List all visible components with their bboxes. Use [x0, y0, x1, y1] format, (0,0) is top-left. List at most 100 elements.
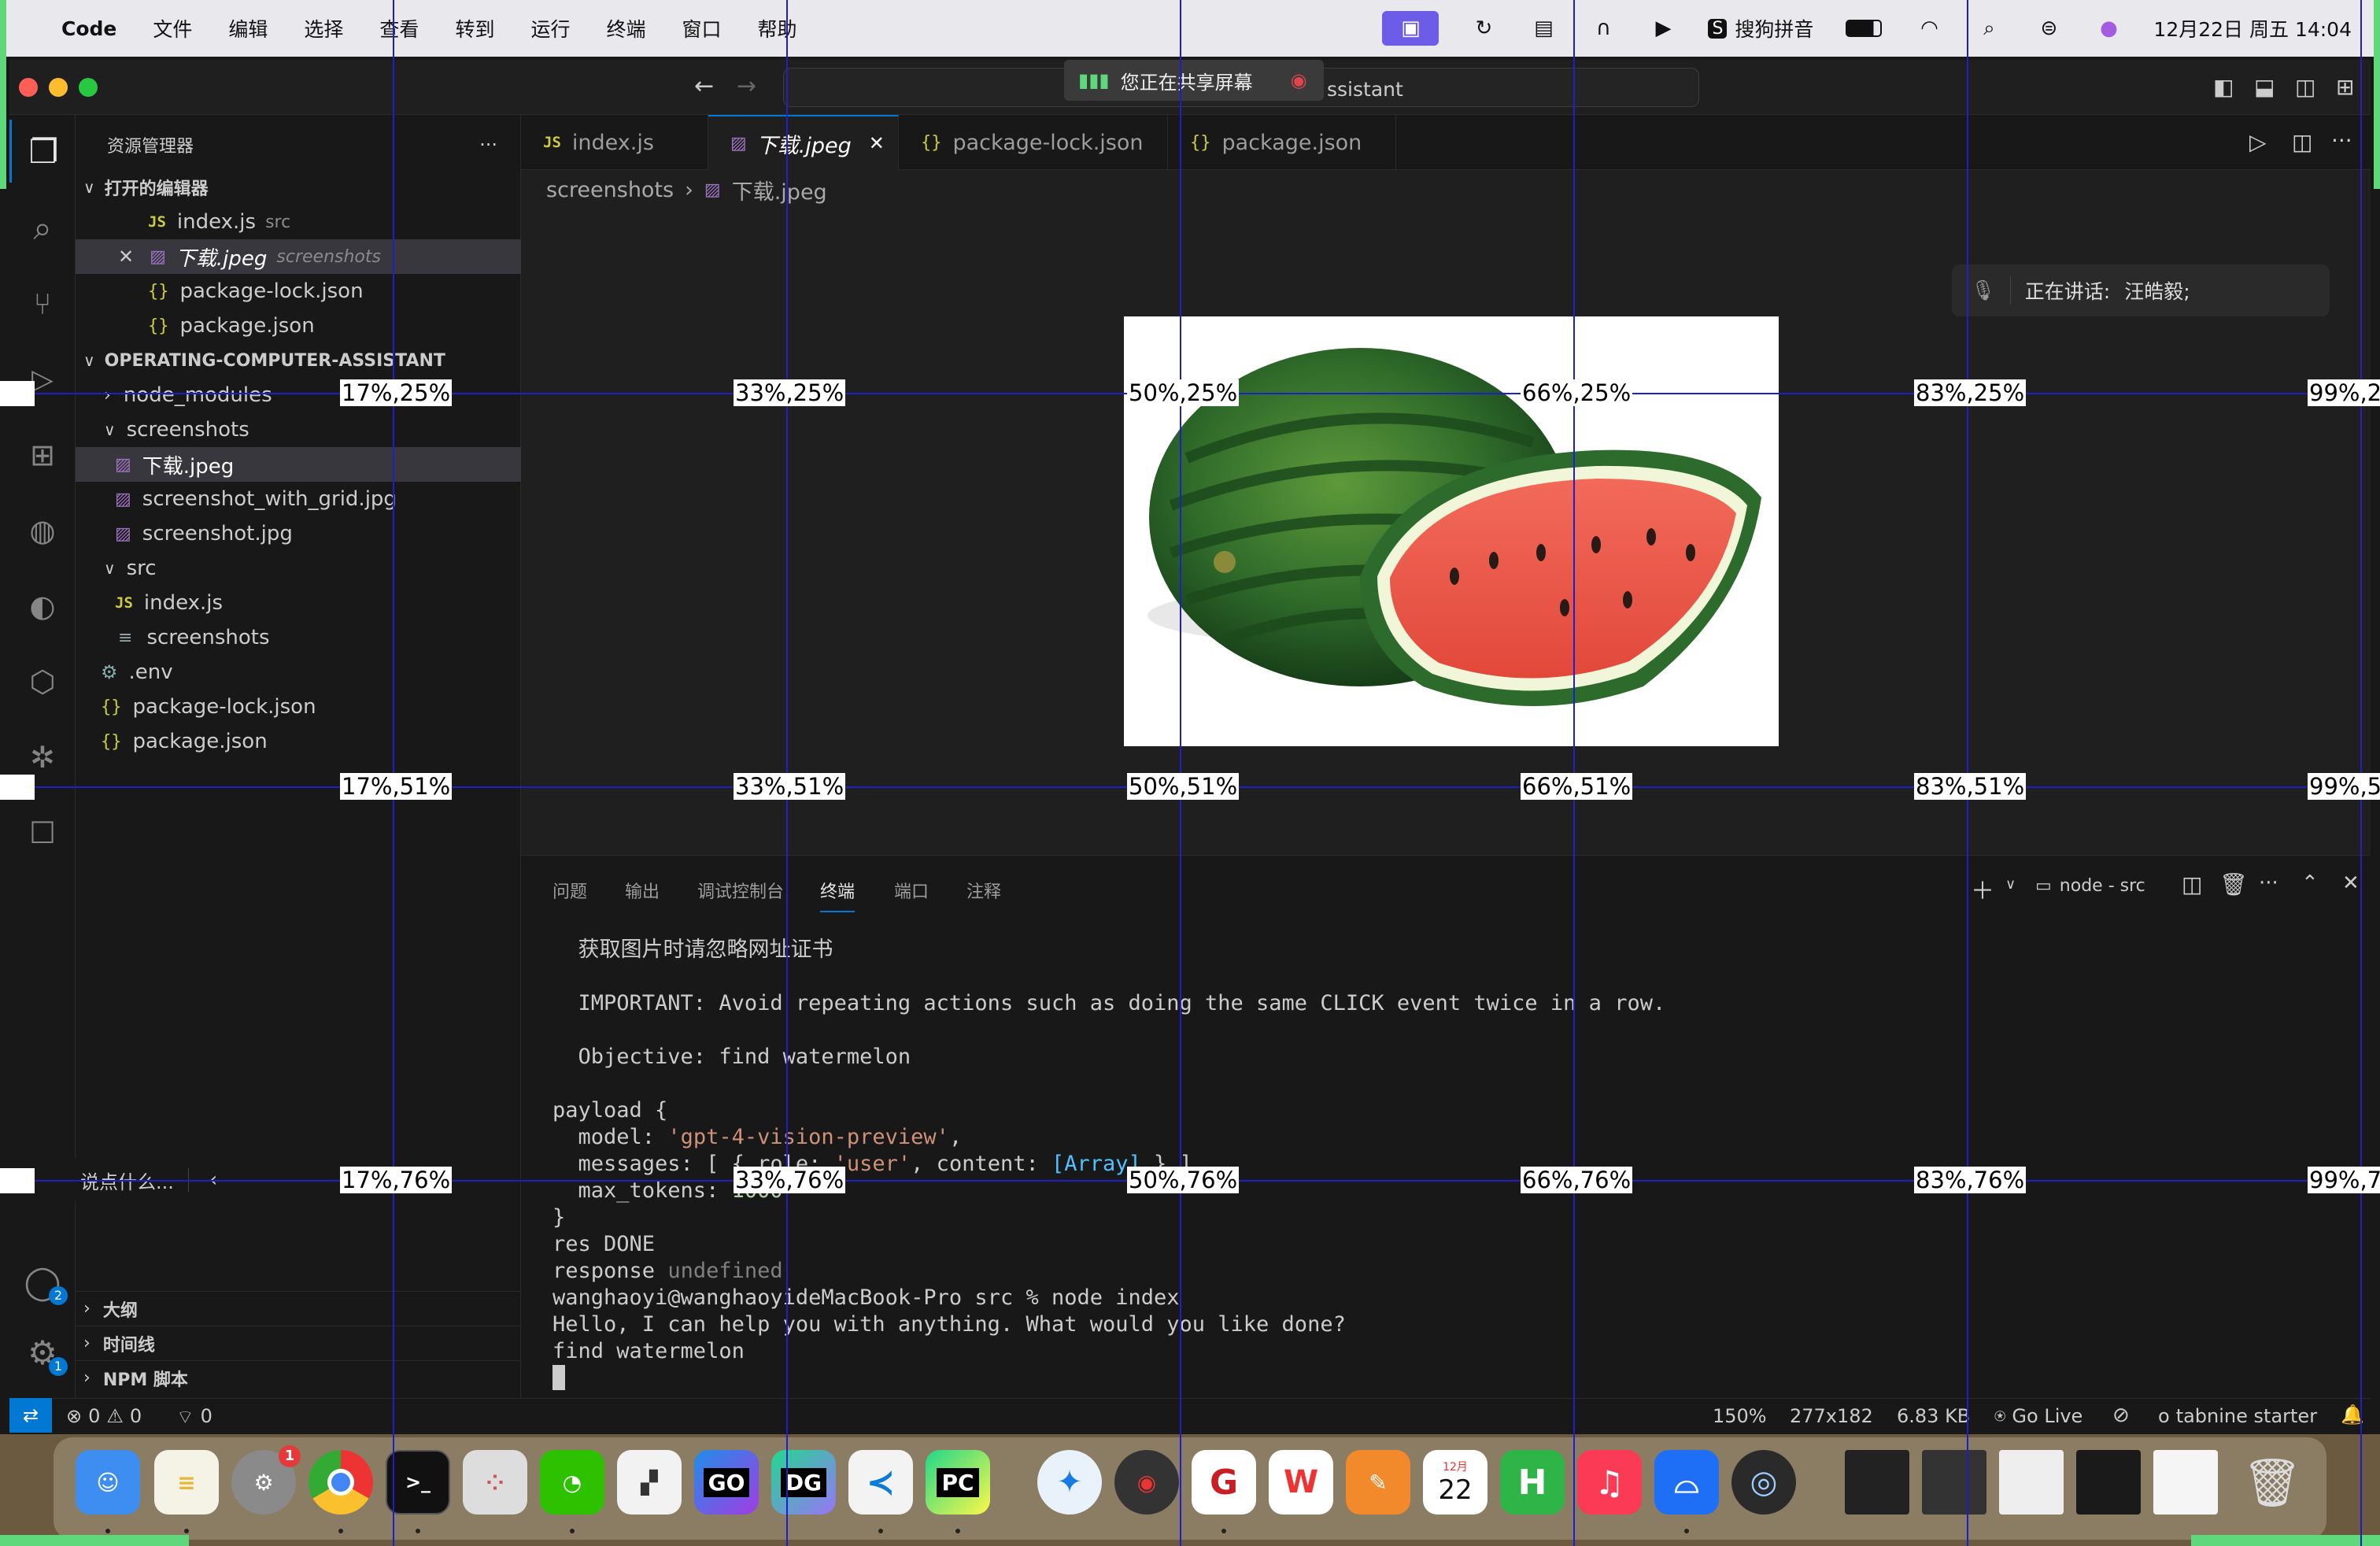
trash-icon[interactable]: 🗑 — [2219, 871, 2248, 897]
search-icon[interactable]: ⌕ — [9, 197, 76, 260]
siri-icon[interactable]: ● — [2094, 17, 2123, 40]
menu-edit[interactable]: 编辑 — [228, 14, 268, 43]
calendar-icon[interactable]: 12月 22 — [1423, 1450, 1488, 1515]
split-editor-icon[interactable]: ◫ — [2292, 129, 2312, 155]
app-status-icon[interactable]: ↻ — [1469, 17, 1499, 40]
tab-terminal[interactable]: 终端 — [820, 878, 856, 912]
menu-select[interactable]: 选择 — [304, 14, 343, 43]
minimized-window-2[interactable] — [1922, 1450, 1986, 1515]
account-icon[interactable]: ◯ 2 — [9, 1250, 76, 1313]
trash-bin-icon[interactable]: 🗑 — [2240, 1450, 2304, 1515]
open-editor-item[interactable]: {} package.json — [76, 309, 521, 343]
tabnine-status[interactable]: o tabnine starter — [2158, 1405, 2317, 1427]
pycharm-icon[interactable]: PC — [926, 1450, 990, 1515]
maximize-window-button[interactable] — [79, 78, 98, 97]
tab-image-jpeg[interactable]: ▨ 下载.jpeg ✕ — [708, 115, 899, 170]
tab-index-js[interactable]: JS index.js — [521, 115, 708, 170]
outline-section-header[interactable]: › 大纲 — [76, 1291, 521, 1326]
quicktime-icon[interactable]: ◎ — [1731, 1450, 1796, 1515]
close-window-button[interactable] — [19, 78, 38, 97]
run-file-icon[interactable]: ▷ — [2249, 129, 2267, 155]
goland-icon[interactable]: GO — [694, 1450, 759, 1515]
manage-gear-icon[interactable]: ⚙ 1 — [9, 1321, 76, 1384]
pen-app-icon[interactable]: ✎ — [1346, 1450, 1410, 1515]
customize-layout-icon[interactable]: ⊞ — [2336, 74, 2354, 100]
wifi-icon[interactable]: ◠ — [1914, 17, 1944, 40]
datagrip-icon[interactable]: DG — [771, 1450, 836, 1515]
tab-ports[interactable]: 端口 — [894, 878, 929, 903]
toggle-sidebar-icon[interactable]: ◧ — [2213, 74, 2234, 100]
minimized-window-5[interactable] — [2153, 1450, 2218, 1515]
problems-indicator[interactable]: ⊗ 0 ⚠ 0 — [66, 1405, 142, 1427]
menu-app-name[interactable]: Code — [61, 17, 116, 40]
wps-icon[interactable]: W — [1269, 1450, 1333, 1515]
zoom-level[interactable]: 150% — [1713, 1405, 1767, 1427]
gitlens-icon[interactable]: ◐ — [9, 575, 76, 638]
stop-share-icon[interactable]: ◉ — [1291, 69, 1307, 91]
comments-icon[interactable]: ☐ — [9, 801, 76, 864]
battery-icon[interactable] — [1843, 17, 1884, 40]
safari-icon[interactable]: ✦ — [1037, 1450, 1102, 1515]
open-editors-header[interactable]: ∨ 打开的编辑器 — [76, 170, 521, 205]
headphones-icon[interactable]: ∩ — [1588, 17, 1618, 40]
music-icon[interactable]: ♫ — [1577, 1450, 1642, 1515]
remote-indicator-icon[interactable]: ⇄ — [9, 1398, 52, 1433]
new-terminal-icon[interactable]: ＋ — [1971, 871, 1994, 906]
tab-package-lock-json[interactable]: {} package-lock.json — [899, 115, 1168, 170]
launchpad-icon[interactable]: ⁘ — [463, 1450, 527, 1515]
minimized-window-1[interactable] — [1845, 1450, 1909, 1515]
menu-file[interactable]: 文件 — [153, 14, 192, 43]
tab-comments[interactable]: 注释 — [966, 878, 1001, 903]
tab-debug-console[interactable]: 调试控制台 — [697, 878, 784, 903]
tree-item-screenshots-folder[interactable]: ∨ screenshots — [76, 412, 521, 447]
spotlight-search-icon[interactable]: ⌕ — [1974, 17, 2004, 40]
menu-view[interactable]: 查看 — [379, 14, 419, 43]
vscode-icon[interactable]: ≺ — [848, 1450, 913, 1515]
more-actions-icon[interactable]: ··· — [479, 134, 497, 156]
play-icon[interactable]: ▶ — [1648, 17, 1678, 40]
menu-window[interactable]: 窗口 — [682, 14, 721, 43]
containers-icon[interactable]: ⬡ — [9, 650, 76, 713]
close-icon[interactable]: ✕ — [118, 246, 134, 268]
minimized-window-3[interactable] — [1999, 1450, 2064, 1515]
window-manager-icon[interactable]: ▞ — [617, 1450, 682, 1515]
menu-run[interactable]: 运行 — [530, 14, 570, 43]
ports-indicator[interactable]: ⌔ 0 — [176, 1405, 213, 1429]
wechat-icon[interactable]: ◔ — [540, 1450, 604, 1515]
forward-arrow-icon[interactable]: → — [737, 72, 756, 100]
go-live-button[interactable]: ⍟ Go Live — [1994, 1405, 2082, 1427]
toggle-secondary-sidebar-icon[interactable]: ◫ — [2295, 74, 2315, 100]
ime-indicator[interactable]: S 搜狗拼音 — [1708, 14, 1813, 43]
copilot-icon[interactable]: ⊘ — [2112, 1404, 2130, 1427]
toggle-panel-icon[interactable]: ⬓ — [2254, 74, 2275, 100]
screen-share-banner[interactable]: ▮▮▮ 您正在共享屏幕 ◉ — [1064, 60, 1324, 101]
terminal-output[interactable]: 获取图片时请忽略网址证书 IMPORTANT: Avoid repeating … — [552, 937, 1665, 1390]
menu-terminal[interactable]: 终端 — [606, 14, 645, 43]
back-arrow-icon[interactable]: ← — [694, 72, 714, 100]
hbuilder-icon[interactable]: H — [1500, 1450, 1565, 1515]
tree-item-image-selected[interactable]: ▨ 下载.jpeg — [76, 447, 521, 482]
tree-item[interactable]: ▨ screenshot.jpg — [76, 516, 521, 551]
menu-help[interactable]: 帮助 — [758, 14, 797, 43]
gitee-icon[interactable]: G — [1192, 1450, 1256, 1515]
feishu-icon[interactable]: ⌓ — [1654, 1450, 1719, 1515]
screen-recorder-icon[interactable]: ◉ — [1114, 1450, 1179, 1515]
system-settings-icon[interactable]: ⚙ 1 — [231, 1445, 301, 1515]
close-panel-icon[interactable]: ✕ — [2342, 871, 2360, 895]
notes-icon[interactable]: ≡ — [154, 1450, 219, 1515]
npm-scripts-section-header[interactable]: › NPM 脚本 — [76, 1360, 521, 1395]
tree-item[interactable]: ▨ screenshot_with_grid.jpg — [76, 482, 521, 516]
open-editor-item-active[interactable]: ✕ ▨ 下载.jpeg screenshots — [76, 239, 521, 274]
tree-item[interactable]: {} package-lock.json — [76, 690, 521, 724]
maximize-panel-icon[interactable]: ⌃ — [2301, 871, 2319, 895]
breadcrumb-folder[interactable]: screenshots — [546, 178, 674, 202]
more-actions-icon[interactable]: ··· — [2331, 128, 2352, 153]
tree-item-node-modules[interactable]: › node_modules — [76, 378, 521, 412]
git-graph-icon[interactable]: ◍ — [9, 499, 76, 562]
timeline-section-header[interactable]: › 时间线 — [76, 1326, 521, 1360]
minimized-window-4[interactable] — [2076, 1450, 2141, 1515]
bookshelf-icon[interactable]: ▤ — [1528, 17, 1558, 40]
tab-package-json[interactable]: {} package.json — [1168, 115, 1396, 170]
minimize-window-button[interactable] — [49, 78, 68, 97]
tree-item-src-folder[interactable]: ∨ src — [76, 551, 521, 586]
